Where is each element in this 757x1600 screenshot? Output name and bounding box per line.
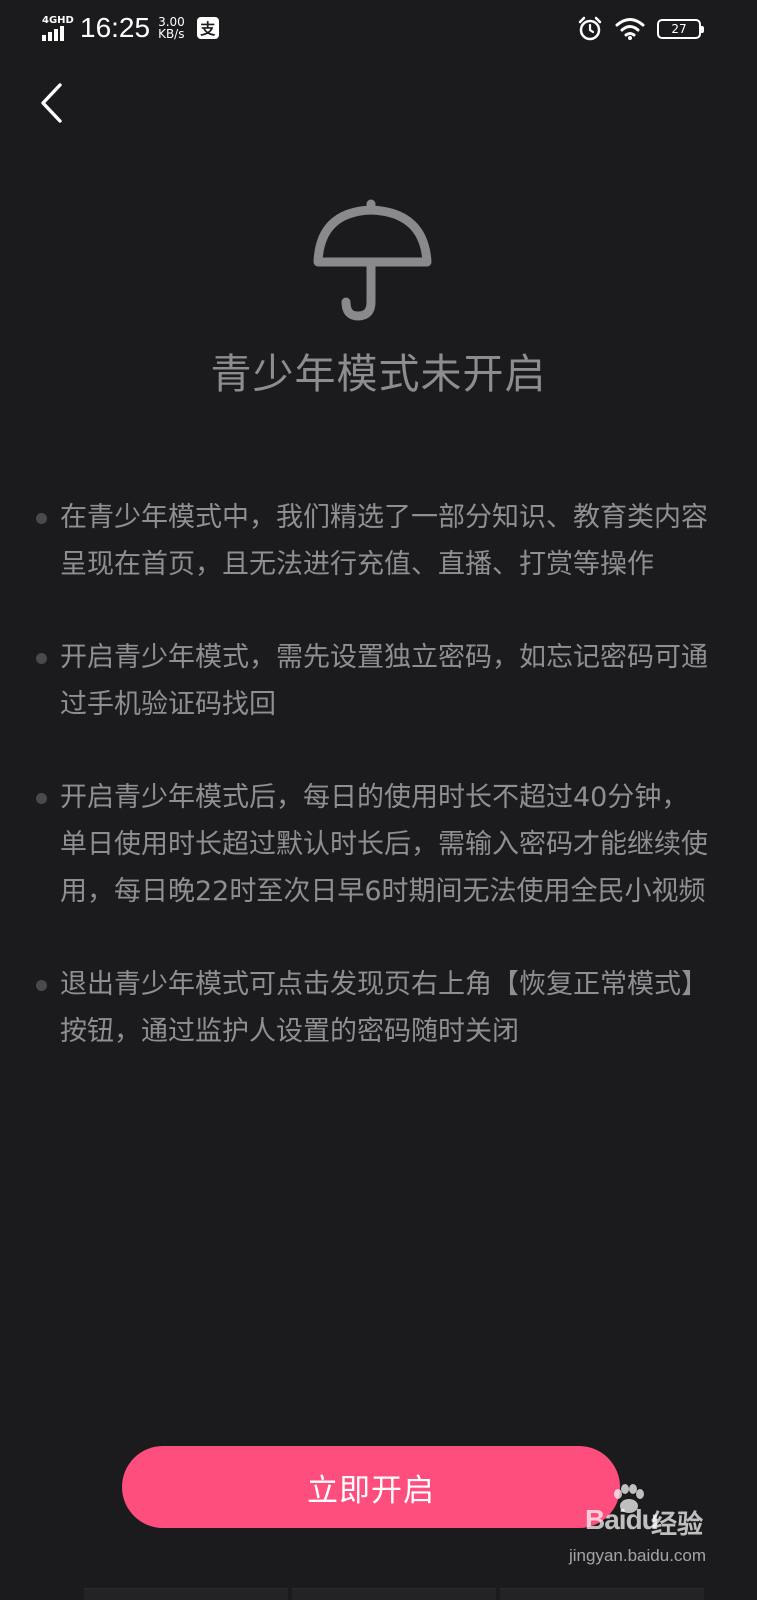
bullet-dot (36, 513, 47, 524)
status-bar-left: 4GHD 16:25 3.00 KB/s 支 (40, 12, 219, 44)
alarm-icon (578, 16, 602, 41)
battery-icon: 27 (657, 19, 704, 39)
info-item: 在青少年模式中，我们精选了一部分知识、教育类内容呈现在首页，且无法进行充值、直播… (34, 494, 714, 588)
info-list: 在青少年模式中，我们精选了一部分知识、教育类内容呈现在首页，且无法进行充值、直播… (34, 494, 714, 1101)
bullet-dot (36, 793, 47, 804)
bottom-strip (84, 1588, 704, 1600)
signal-icon: 4GHD (40, 13, 74, 43)
speed-unit: KB/s (158, 27, 185, 41)
status-bar-right: 27 (577, 16, 704, 42)
watermark-logo: Baidu (585, 1504, 659, 1535)
watermark-url: jingyan.baidu.com (569, 1546, 707, 1565)
info-text: 退出青少年模式可点击发现页右上角【恢复正常模式】按钮，通过监护人设置的密码随时关… (60, 969, 708, 1047)
status-time: 16:25 (80, 12, 151, 43)
info-item: 开启青少年模式，需先设置独立密码，如忘记密码可通过手机验证码找回 (34, 634, 714, 728)
wifi-icon (615, 18, 645, 40)
info-text: 开启青少年模式后，每日的使用时长不超过40分钟，单日使用时长超过默认时长后，需输… (60, 782, 708, 907)
info-text: 在青少年模式中，我们精选了一部分知识、教育类内容呈现在首页，且无法进行充值、直播… (60, 502, 708, 580)
bullet-dot (36, 980, 47, 991)
status-bar: 4GHD 16:25 3.00 KB/s 支 27 (0, 0, 757, 60)
watermark: Baidu 经验 jingyan.baidu.com (567, 1484, 717, 1578)
battery-level: 27 (671, 22, 687, 36)
bullet-dot (36, 653, 47, 664)
watermark-text: 经验 (651, 1510, 704, 1540)
chevron-left-icon (41, 83, 62, 123)
info-item: 开启青少年模式后，每日的使用时长不超过40分钟，单日使用时长超过默认时长后，需输… (34, 774, 714, 915)
info-text: 开启青少年模式，需先设置独立密码，如忘记密码可通过手机验证码找回 (60, 642, 708, 720)
umbrella-icon (313, 199, 432, 321)
network-type: 4GHD (42, 15, 74, 26)
alipay-icon: 支 (196, 17, 219, 39)
back-button[interactable] (28, 78, 74, 128)
enable-now-button[interactable]: 立即开启 (122, 1446, 620, 1528)
info-item: 退出青少年模式可点击发现页右上角【恢复正常模式】按钮，通过监护人设置的密码随时关… (34, 961, 714, 1055)
page-title: 青少年模式未开启 (210, 350, 547, 398)
network-speed: 3.00 KB/s (158, 16, 185, 40)
